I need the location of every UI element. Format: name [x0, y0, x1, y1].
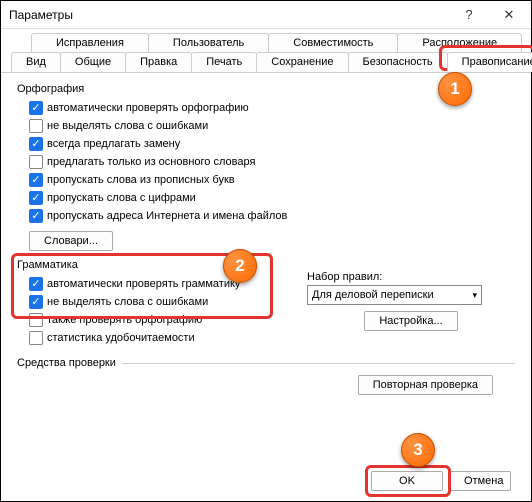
parameters-dialog: Параметры ? ✕ Исправления Пользователь С… [0, 0, 532, 502]
orth-row-4: ✓ пропускать слова из прописных букв [17, 171, 515, 189]
tools-title: Средства проверки [17, 357, 116, 369]
ok-button[interactable]: OK [371, 471, 443, 491]
tabs: Исправления Пользователь Совместимость Р… [1, 29, 531, 73]
orth-label-0: автоматически проверять орфографию [47, 102, 249, 114]
tab-user[interactable]: Пользователь [148, 33, 269, 52]
gram-row-2: также проверять орфографию [17, 311, 287, 329]
gram-label-1: не выделять слова с ошибками [47, 296, 208, 308]
orth-row-0: ✓ автоматически проверять орфографию [17, 99, 515, 117]
close-button[interactable]: ✕ [489, 2, 529, 28]
ruleset-value: Для деловой переписки [312, 289, 434, 301]
ruleset-select[interactable]: Для деловой переписки ▾ [307, 285, 482, 305]
tab-print[interactable]: Печать [191, 52, 257, 72]
window-title: Параметры [9, 8, 449, 22]
divider [122, 363, 515, 364]
orth-row-5: ✓ пропускать слова с цифрами [17, 189, 515, 207]
gram-label-3: статистика удобочитаемости [47, 332, 195, 344]
gram-checkbox-2[interactable] [29, 313, 43, 327]
gram-checkbox-1[interactable]: ✓ [29, 295, 43, 309]
orth-row-3: предлагать только из основного словаря [17, 153, 515, 171]
orth-row-1: не выделять слова с ошибками [17, 117, 515, 135]
recheck-button[interactable]: Повторная проверка [358, 375, 493, 395]
tab-compatibility[interactable]: Совместимость [268, 33, 398, 52]
bottom-bar: 3 OK Отмена [1, 463, 531, 501]
orth-checkbox-5[interactable]: ✓ [29, 191, 43, 205]
tab-corrections[interactable]: Исправления [31, 33, 149, 52]
titlebar: Параметры ? ✕ [1, 1, 531, 29]
callout-1: 1 [438, 72, 472, 106]
ruleset-settings-button[interactable]: Настройка... [364, 311, 457, 331]
ruleset-label: Набор правил: [307, 271, 515, 283]
gram-label-0: автоматически проверять грамматику [47, 278, 240, 290]
orth-checkbox-6[interactable]: ✓ [29, 209, 43, 223]
orth-checkbox-0[interactable]: ✓ [29, 101, 43, 115]
gram-row-1: ✓ не выделять слова с ошибками [17, 293, 287, 311]
help-button[interactable]: ? [449, 2, 489, 28]
gram-checkbox-0[interactable]: ✓ [29, 277, 43, 291]
gram-row-3: статистика удобочитаемости [17, 329, 287, 347]
tab-edit[interactable]: Правка [125, 52, 192, 72]
tab-save[interactable]: Сохранение [256, 52, 348, 72]
orth-label-4: пропускать слова из прописных букв [47, 174, 235, 186]
orth-row-2: ✓ всегда предлагать замену [17, 135, 515, 153]
callout-3: 3 [401, 433, 435, 467]
orth-checkbox-3[interactable] [29, 155, 43, 169]
tab-general[interactable]: Общие [60, 52, 126, 72]
orth-checkbox-1[interactable] [29, 119, 43, 133]
gram-label-2: также проверять орфографию [47, 314, 202, 326]
callout-2: 2 [223, 249, 257, 283]
chevron-down-icon: ▾ [472, 290, 477, 301]
orth-checkbox-4[interactable]: ✓ [29, 173, 43, 187]
tab-location[interactable]: Расположение [397, 33, 522, 52]
orth-label-6: пропускать адреса Интернета и имена файл… [47, 210, 287, 222]
gram-checkbox-3[interactable] [29, 331, 43, 345]
orth-label-5: пропускать слова с цифрами [47, 192, 196, 204]
orth-label-3: предлагать только из основного словаря [47, 156, 255, 168]
tab-spelling[interactable]: Правописание [447, 52, 532, 72]
orth-checkbox-2[interactable]: ✓ [29, 137, 43, 151]
orth-label-2: всегда предлагать замену [47, 138, 180, 150]
orth-row-6: ✓ пропускать адреса Интернета и имена фай… [17, 207, 515, 225]
orth-label-1: не выделять слова с ошибками [47, 120, 208, 132]
dictionaries-button[interactable]: Словари... [29, 231, 113, 251]
tab-view[interactable]: Вид [11, 52, 61, 72]
content-area: Орфография ✓автоматически проверять орфо… [1, 73, 531, 463]
tab-security[interactable]: Безопасность [348, 52, 448, 72]
cancel-button[interactable]: Отмена [449, 471, 511, 491]
